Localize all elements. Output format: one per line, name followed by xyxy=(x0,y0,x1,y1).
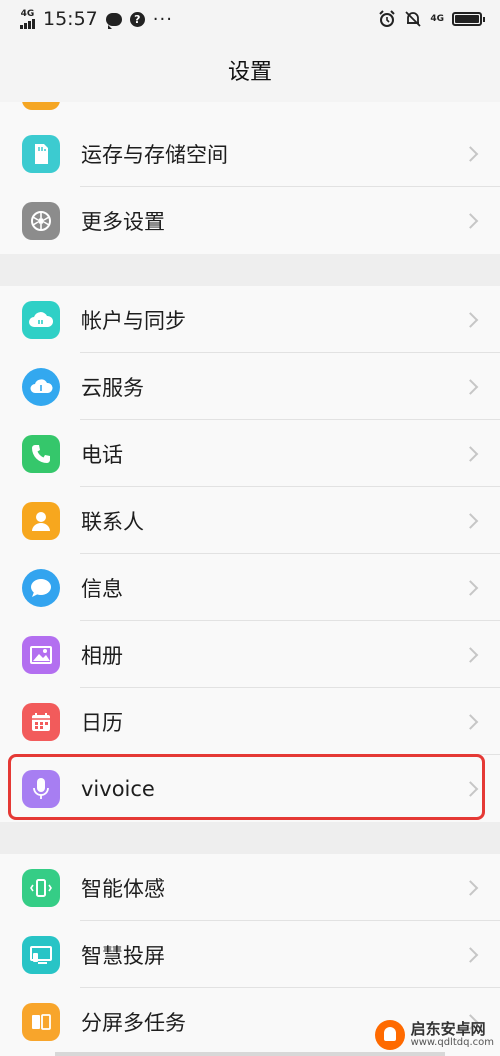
watermark-title: 启东安卓网 xyxy=(410,1019,486,1038)
settings-section-apps: 帐户与同步 云服务 电话 联系人 信息 相册 日历 vivoice xyxy=(0,286,500,822)
network-type-right: 4G xyxy=(430,14,444,24)
page-title: 设置 xyxy=(227,60,272,85)
settings-item-phone[interactable]: 电话 xyxy=(0,420,500,487)
chevron-right-icon xyxy=(462,646,479,663)
watermark-url: www.qdltdq.com xyxy=(410,1036,494,1048)
settings-list-partial xyxy=(0,102,500,120)
chat-bubble-icon xyxy=(105,12,122,29)
settings-item-label: 分屏多任务 xyxy=(81,1010,186,1035)
settings-item-label: 联系人 xyxy=(81,509,144,534)
status-right: 4G xyxy=(378,10,485,28)
clock-time: 15:57 xyxy=(43,8,98,30)
photo-album-icon xyxy=(22,635,60,674)
phone-icon xyxy=(22,434,60,473)
cloud-icon xyxy=(22,367,60,406)
settings-item-messages[interactable]: 信息 xyxy=(0,554,500,621)
chevron-right-icon xyxy=(462,445,479,462)
motion-phone-icon xyxy=(22,868,60,907)
signal-icon: 4G xyxy=(20,8,35,29)
highlight-box xyxy=(8,754,485,820)
page-title-bar: 设置 xyxy=(0,38,500,102)
chevron-right-icon xyxy=(462,946,479,963)
alarm-icon xyxy=(379,10,396,27)
settings-item-calendar[interactable]: 日历 xyxy=(0,688,500,755)
chevron-right-icon xyxy=(462,145,479,162)
settings-item-label: 云服务 xyxy=(81,375,144,400)
status-bar: 4G 15:57 ? ··· 4G xyxy=(0,0,500,38)
settings-item-album[interactable]: 相册 xyxy=(0,621,500,688)
settings-item-label: 智能体感 xyxy=(81,876,165,901)
chevron-right-icon xyxy=(462,212,479,229)
watermark: 启东安卓网 www.qdltdq.com xyxy=(374,1019,494,1050)
chevron-right-icon xyxy=(462,378,479,395)
more-notifications: ··· xyxy=(152,8,173,30)
settings-item-cloud-service[interactable]: 云服务 xyxy=(0,353,500,420)
contact-person-icon xyxy=(22,501,60,540)
settings-item-label: 智慧投屏 xyxy=(81,943,165,968)
chevron-right-icon xyxy=(462,713,479,730)
bottom-scroll-edge xyxy=(55,1052,445,1056)
settings-item-label: 更多设置 xyxy=(81,209,165,234)
settings-item-label: 电话 xyxy=(81,442,123,467)
status-left: 4G 15:57 ? ··· xyxy=(20,8,173,30)
settings-item-label: 运存与存储空间 xyxy=(81,142,228,167)
chevron-right-icon xyxy=(462,512,479,529)
settings-item-storage[interactable]: 运存与存储空间 xyxy=(0,120,500,187)
gear-icon xyxy=(22,201,60,240)
split-screen-icon xyxy=(22,1002,60,1041)
mute-bell-icon xyxy=(405,11,421,27)
chevron-right-icon xyxy=(462,311,479,328)
settings-item-smart-motion[interactable]: 智能体感 xyxy=(0,854,500,921)
settings-item-label: 信息 xyxy=(81,576,123,601)
screen-cast-icon xyxy=(22,935,60,974)
battery-icon xyxy=(452,12,485,26)
settings-item-label: 日历 xyxy=(81,710,123,735)
watermark-logo-icon xyxy=(374,1020,405,1050)
settings-item-screen-cast[interactable]: 智慧投屏 xyxy=(0,921,500,988)
network-type-label: 4G xyxy=(20,8,35,19)
settings-section-storage: 运存与存储空间 更多设置 xyxy=(0,120,500,254)
settings-item-label: 帐户与同步 xyxy=(81,308,186,333)
section-gap xyxy=(0,822,500,854)
calendar-icon xyxy=(22,702,60,741)
question-icon: ? xyxy=(129,11,145,27)
section-gap xyxy=(0,254,500,286)
cloud-sync-icon xyxy=(22,300,60,339)
storage-card-icon xyxy=(22,134,60,173)
settings-item-account-sync[interactable]: 帐户与同步 xyxy=(0,286,500,353)
partial-item-icon xyxy=(22,102,60,110)
message-bubble-icon xyxy=(22,568,60,607)
settings-item-label: 相册 xyxy=(81,643,123,668)
chevron-right-icon xyxy=(462,879,479,896)
chevron-right-icon xyxy=(462,579,479,596)
settings-item-more-settings[interactable]: 更多设置 xyxy=(0,187,500,254)
settings-item-contacts[interactable]: 联系人 xyxy=(0,487,500,554)
